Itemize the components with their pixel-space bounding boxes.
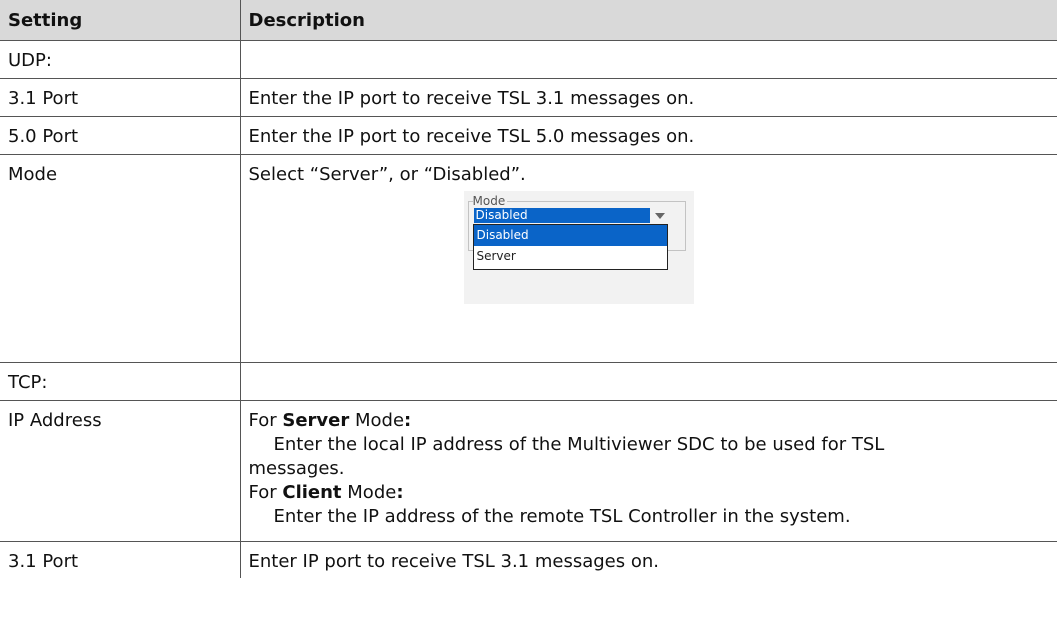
- mode-options-list: Disabled Server: [472, 223, 668, 270]
- description-port-31-tcp: Enter IP port to receive TSL 3.1 message…: [239, 540, 1057, 578]
- table-row: TCP:: [0, 361, 1057, 401]
- header-description: Description: [239, 0, 1057, 41]
- table-row: 5.0 Port Enter the IP port to receive TS…: [0, 115, 1057, 155]
- client-keyword: Client: [282, 481, 342, 503]
- client-mode-heading: For Client Mode:: [249, 481, 1050, 505]
- table-row: 3.1 Port Enter IP port to receive TSL 3.…: [0, 540, 1057, 578]
- mode-option-disabled[interactable]: Disabled: [473, 224, 667, 246]
- chevron-down-icon[interactable]: [654, 212, 665, 219]
- client-suffix: Mode: [347, 481, 397, 503]
- mode-description-text: Select “Server”, or “Disabled”.: [248, 163, 526, 185]
- mode-select[interactable]: Disabled: [473, 207, 650, 223]
- description-tcp: [239, 361, 1057, 401]
- table-row: UDP:: [0, 39, 1057, 79]
- description-mode: Select “Server”, or “Disabled”. Mode Dis…: [239, 153, 1057, 363]
- mode-dropdown-screenshot: Mode Disabled Disabled Server: [463, 190, 694, 304]
- setting-port-50: 5.0 Port: [0, 115, 241, 155]
- server-keyword: Server: [282, 409, 350, 431]
- setting-port-31: 3.1 Port: [0, 77, 241, 117]
- description-port-31: Enter the IP port to receive TSL 3.1 mes…: [239, 77, 1057, 117]
- server-suffix: Mode: [354, 409, 405, 431]
- server-mode-text-cont: messages.: [248, 457, 345, 479]
- table-row: IP Address For Server Mode: Enter the lo…: [0, 399, 1057, 542]
- header-setting: Setting: [0, 0, 241, 41]
- setting-mode: Mode: [0, 153, 241, 363]
- server-mode-text: Enter the local IP address of the Multiv…: [273, 433, 885, 455]
- setting-port-31-tcp: 3.1 Port: [0, 540, 241, 578]
- mode-group-legend: Mode: [472, 193, 508, 208]
- description-ip-address: For Server Mode: Enter the local IP addr…: [239, 399, 1057, 542]
- mode-option-server[interactable]: Server: [474, 246, 667, 267]
- server-prefix: For: [248, 409, 277, 431]
- description-udp: [239, 39, 1057, 79]
- description-port-50: Enter the IP port to receive TSL 5.0 mes…: [239, 115, 1057, 155]
- client-prefix: For: [248, 481, 277, 503]
- server-mode-heading: For Server Mode:: [249, 409, 1050, 433]
- table-row: Mode Select “Server”, or “Disabled”. Mod…: [0, 153, 1057, 363]
- table-row: 3.1 Port Enter the IP port to receive TS…: [0, 77, 1057, 117]
- setting-tcp: TCP:: [0, 361, 241, 401]
- client-mode-text: Enter the IP address of the remote TSL C…: [273, 505, 851, 527]
- server-colon: :: [404, 409, 412, 431]
- client-colon: :: [396, 481, 404, 503]
- table-header-row: Setting Description: [0, 0, 1057, 41]
- setting-ip-address: IP Address: [0, 399, 241, 542]
- setting-udp: UDP:: [0, 39, 241, 79]
- settings-table: Setting Description UDP: 3.1 Port Enter …: [0, 0, 1057, 578]
